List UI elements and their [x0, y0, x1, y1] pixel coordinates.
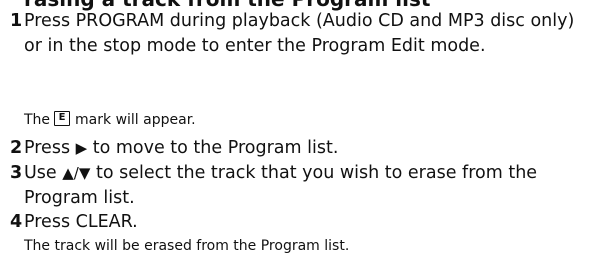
- step-text: Press ▶ to move to the Program list.: [24, 136, 590, 161]
- step-number: 1: [10, 11, 23, 31]
- note-text: The: [24, 112, 51, 128]
- note-text: mark will appear.: [75, 112, 196, 128]
- step-number: 3: [10, 163, 23, 183]
- step-text-part: Use: [24, 163, 63, 183]
- note-track-erased: The track will be erased from the Progra…: [24, 238, 350, 254]
- step-number: 4: [10, 212, 23, 232]
- step-3: 3 Use ▲/▼ to select the track that you w…: [10, 161, 590, 210]
- program-edit-mark-icon: E: [54, 111, 71, 126]
- step-2: 2 Press ▶ to move to the Program list.: [10, 136, 590, 161]
- step-text-part: Press: [24, 138, 76, 158]
- note-mark-appears: The Emark will appear.: [24, 111, 196, 129]
- step-text-part: to select the track that you wish to era…: [24, 163, 538, 208]
- step-1: 1 Press PROGRAM during playback (Audio C…: [10, 9, 590, 58]
- up-down-arrows-icon: ▲/▼: [62, 164, 91, 182]
- step-4: 4 Press CLEAR.: [10, 210, 590, 235]
- play-triangle-icon: ▶: [75, 139, 88, 157]
- step-text-part: to move to the Program list.: [87, 138, 339, 158]
- step-number: 2: [10, 138, 23, 158]
- step-text: Use ▲/▼ to select the track that you wis…: [24, 161, 590, 210]
- step-text: Press PROGRAM during playback (Audio CD …: [24, 11, 575, 56]
- mark-letter: E: [58, 112, 66, 123]
- step-text: Press CLEAR.: [24, 212, 138, 232]
